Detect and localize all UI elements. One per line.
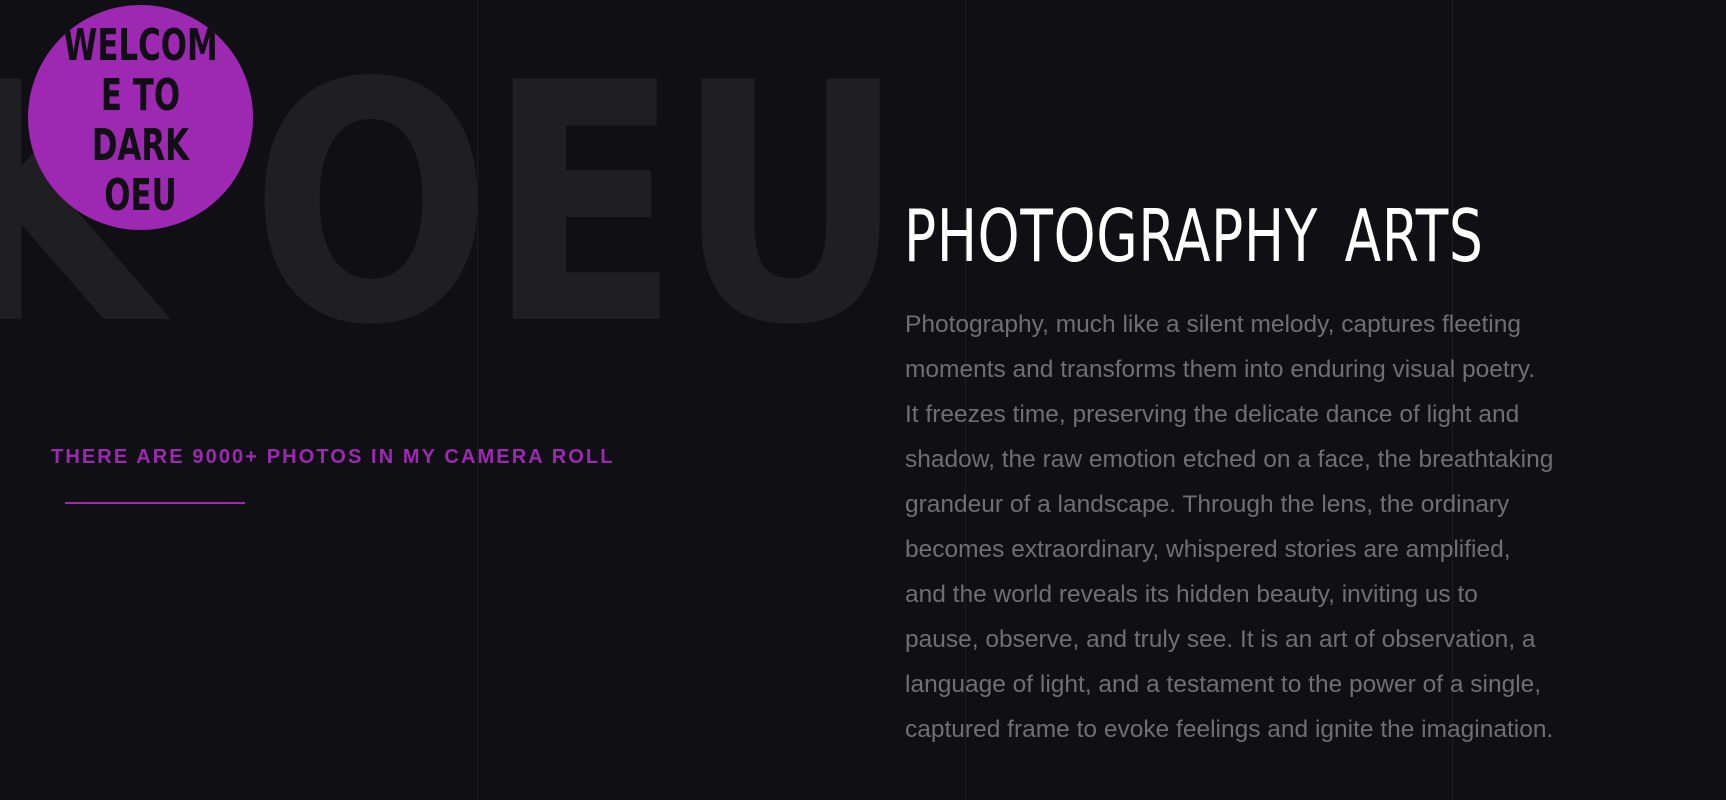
page: K OEU WELCOM E TO DARK OEU THERE ARE 900… <box>0 0 1726 800</box>
photo-count-subtitle: THERE ARE 9000+ PHOTOS IN MY CAMERA ROLL <box>51 446 615 468</box>
accent-divider <box>65 502 245 504</box>
description-paragraph: Photography, much like a silent melody, … <box>905 311 1554 743</box>
welcome-badge-line: WELCOM <box>63 20 218 71</box>
welcome-badge: WELCOM E TO DARK OEU <box>28 5 253 230</box>
welcome-badge-line: E TO <box>100 70 181 121</box>
welcome-badge-line: OEU <box>104 170 177 221</box>
welcome-badge-line: DARK <box>91 120 190 171</box>
page-title: PHOTOGRAPHY ARTS <box>904 194 1484 278</box>
welcome-badge-text: WELCOM E TO DARK OEU <box>53 21 229 221</box>
